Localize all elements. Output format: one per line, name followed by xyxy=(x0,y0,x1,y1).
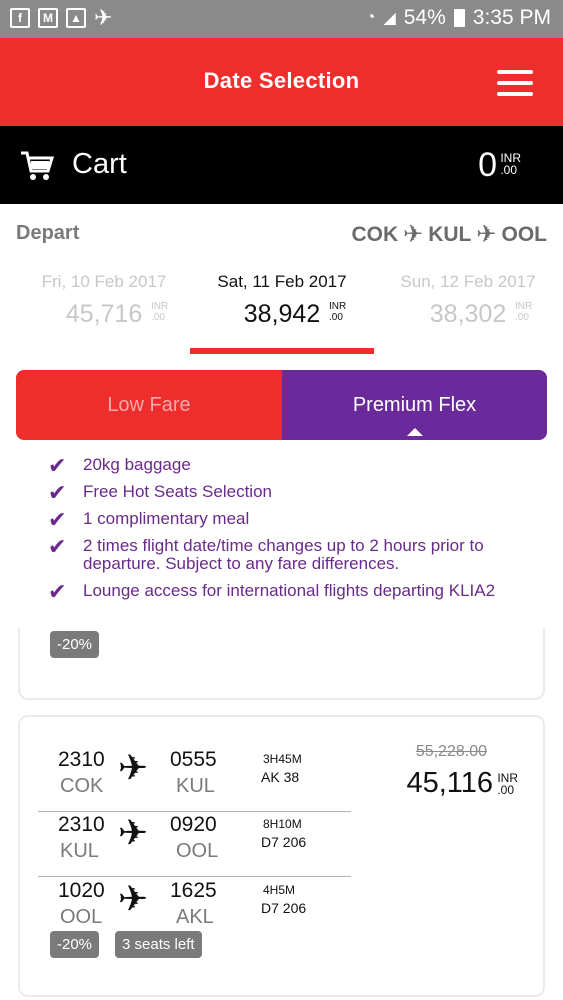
flight-duration: 4H5M xyxy=(263,883,296,897)
fare-features-list: ✔ 20kg baggage ✔ Free Hot Seats Selection … xyxy=(48,453,553,609)
arrival-time: 1625 xyxy=(170,879,217,902)
flight-card[interactable]: 2310 COK ✈ 0555 KUL 3H45M AK 38 2310 KUL… xyxy=(18,715,545,997)
page-title: Date Selection xyxy=(203,68,360,93)
date-label: Sat, 11 Feb 2017 xyxy=(217,272,347,291)
date-option-next[interactable]: Sun, 12 Feb 2017 38,302 INR .00 xyxy=(374,272,562,329)
route-destination: OOL xyxy=(501,222,548,246)
seats-left-badge: 3 seats left xyxy=(115,931,202,958)
route-origin: COK xyxy=(351,222,399,246)
status-bar: f M ▲ ✈ ◔ ◢ 54% 3:35 PM xyxy=(0,0,563,38)
date-price: 45,716 INR .00 xyxy=(65,300,169,328)
discount-badge: -20% xyxy=(50,631,100,658)
divider xyxy=(38,876,351,877)
gallery-icon: ▲ xyxy=(66,8,86,28)
feature-item: ✔ 20kg baggage xyxy=(48,453,191,478)
plane-icon: ✈ xyxy=(118,812,149,853)
departure-airport: KUL xyxy=(60,840,99,862)
cart-icon xyxy=(21,151,54,180)
clock: 3:35 PM xyxy=(472,6,551,29)
cart-currency: INR .00 xyxy=(500,151,521,177)
arrival-airport: OOL xyxy=(176,840,219,862)
hamburger-menu-icon[interactable] xyxy=(497,70,533,96)
date-price: 38,942 INR .00 xyxy=(243,300,347,328)
checkmark-icon: ✔ xyxy=(48,480,67,505)
cart-label: Cart xyxy=(72,148,127,180)
price-currency: INR .00 xyxy=(497,771,518,797)
checkmark-icon: ✔ xyxy=(48,507,67,532)
feature-item: ✔ Free Hot Seats Selection xyxy=(48,480,272,505)
checkmark-icon: ✔ xyxy=(48,534,67,559)
flight-duration: 3H45M xyxy=(263,752,302,766)
gmail-icon: M xyxy=(38,8,58,28)
plane-icon: ✈ xyxy=(118,878,149,919)
flight-segment: 2310 COK ✈ 0555 KUL 3H45M AK 38 xyxy=(38,747,351,812)
date-label: Sun, 12 Feb 2017 xyxy=(400,272,536,291)
arrival-airport: AKL xyxy=(176,906,214,928)
feature-item: ✔ 1 complimentary meal xyxy=(48,507,250,532)
tab-label: Premium Flex xyxy=(352,393,477,416)
caret-up-icon xyxy=(406,428,423,436)
plane-icon: ✈ xyxy=(118,747,149,788)
flight-card[interactable]: -20% xyxy=(18,628,545,700)
discount-badge: -20% xyxy=(50,931,100,958)
departure-airport: COK xyxy=(60,775,104,797)
flight-duration: 8H10M xyxy=(263,817,302,831)
original-price: 55,228.00 xyxy=(415,743,487,760)
signal-icon: ◢ xyxy=(383,10,396,27)
facebook-icon: f xyxy=(10,8,30,28)
flight-segment: 2310 KUL ✈ 0920 OOL 8H10M D7 206 xyxy=(38,812,351,877)
arrival-time: 0555 xyxy=(170,748,217,771)
date-price: 38,302 INR .00 xyxy=(429,300,533,328)
plane-icon: ✈ xyxy=(403,221,424,248)
feature-item: ✔ 2 times flight date/time changes up to … xyxy=(48,534,484,573)
date-option-selected[interactable]: Sat, 11 Feb 2017 38,942 INR .00 xyxy=(188,272,376,329)
departure-time: 1020 xyxy=(58,879,105,902)
arrival-time: 0920 xyxy=(170,813,217,836)
app-header: Date Selection xyxy=(0,38,563,126)
route-stop: KUL xyxy=(428,222,472,246)
date-option-prev[interactable]: Fri, 10 Feb 2017 45,716 INR .00 xyxy=(10,272,198,329)
departure-time: 2310 xyxy=(58,748,105,771)
tab-premium-flex[interactable]: Premium Flex xyxy=(282,370,547,440)
arrival-airport: KUL xyxy=(176,775,215,797)
wifi-icon: ◔ xyxy=(365,9,376,26)
plane-icon: ✈ xyxy=(476,221,497,248)
airplane-icon: ✈ xyxy=(94,5,113,30)
flight-number: D7 206 xyxy=(261,834,307,850)
notification-icons: f M ▲ ✈ xyxy=(10,5,113,30)
feature-item: ✔ Lounge access for international flights… xyxy=(48,579,496,604)
date-label: Fri, 10 Feb 2017 xyxy=(41,272,167,291)
battery-percent: 54% xyxy=(403,6,446,29)
discounted-price: 45,116 xyxy=(406,767,493,799)
tab-low-fare[interactable]: Low Fare xyxy=(16,370,282,440)
checkmark-icon: ✔ xyxy=(48,453,67,478)
departure-airport: OOL xyxy=(60,906,103,928)
flight-number: AK 38 xyxy=(261,769,300,785)
cart-amount: 0 xyxy=(478,146,497,184)
system-status: ◔ ◢ 54% 3:35 PM xyxy=(366,6,551,30)
fare-type-tabs: Low Fare Premium Flex xyxy=(16,370,547,440)
battery-icon xyxy=(453,9,465,27)
departure-time: 2310 xyxy=(58,813,105,836)
depart-label: Depart xyxy=(16,222,80,244)
selected-date-indicator xyxy=(190,348,374,354)
cart-bar[interactable]: Cart 0 INR .00 xyxy=(0,126,563,204)
route-summary: COK ✈ KUL ✈ OOL xyxy=(351,220,547,249)
checkmark-icon: ✔ xyxy=(48,579,67,604)
flight-number: D7 206 xyxy=(261,900,307,916)
divider xyxy=(38,811,351,812)
